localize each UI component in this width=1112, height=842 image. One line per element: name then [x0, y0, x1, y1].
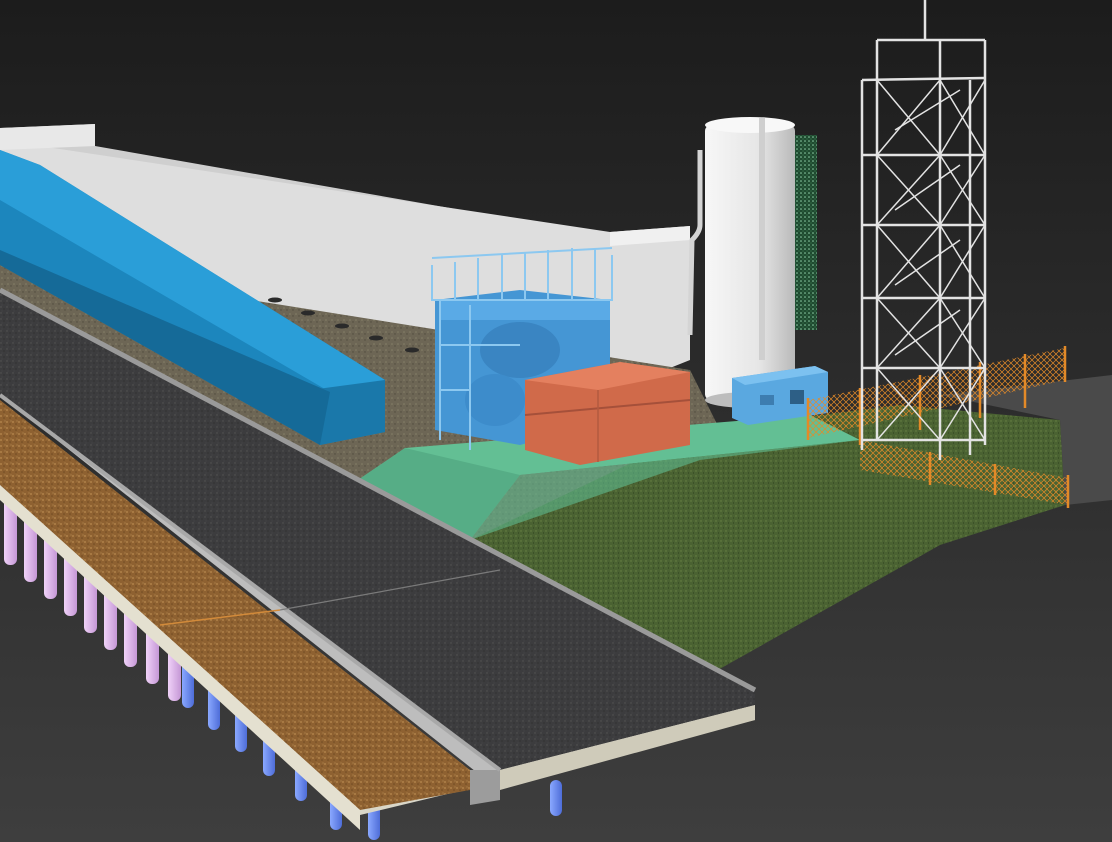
storage-silo[interactable]: [687, 117, 795, 408]
construction-site-scene[interactable]: [0, 0, 1112, 842]
textured-panel[interactable]: [795, 135, 817, 330]
3d-viewport[interactable]: [0, 0, 1112, 842]
